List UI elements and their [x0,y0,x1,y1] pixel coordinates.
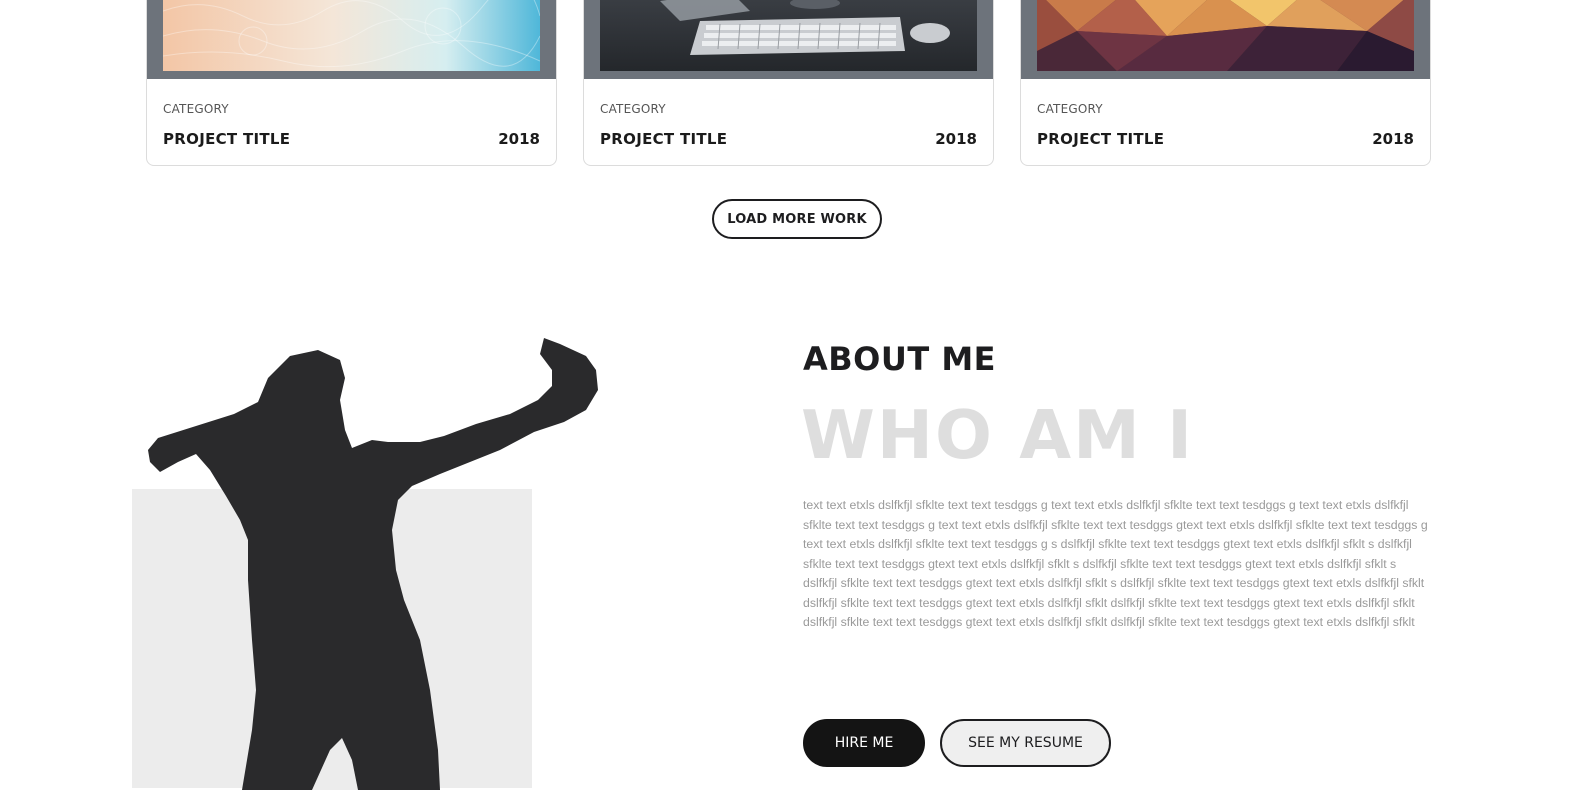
project-year: 2018 [1372,130,1414,148]
project-title[interactable]: PROJECT TITLE [163,130,290,148]
project-image-frame [1021,0,1430,79]
project-image-frame [147,0,556,79]
project-category: CATEGORY [1037,102,1103,116]
project-image-frame [584,0,993,79]
who-am-i-heading: WHO AM I [801,396,1195,474]
project-category: CATEGORY [163,102,229,116]
hire-me-button[interactable]: HIRE ME [803,719,925,767]
project-year: 2018 [935,130,977,148]
project-image[interactable] [1037,0,1414,71]
project-card[interactable]: CATEGORY PROJECT TITLE 2018 [1020,0,1431,166]
project-card[interactable]: CATEGORY PROJECT TITLE 2018 [146,0,557,166]
project-title[interactable]: PROJECT TITLE [600,130,727,148]
project-image[interactable] [163,0,540,71]
about-description: text text etxls dslfkfjl sfklte text tex… [803,498,1428,629]
person-silhouette-image [148,338,598,790]
project-year: 2018 [498,130,540,148]
pastel-pattern-image [163,0,540,71]
about-heading: ABOUT ME [803,340,997,378]
project-title[interactable]: PROJECT TITLE [1037,130,1164,148]
load-more-button[interactable]: LOAD MORE WORK [712,199,882,239]
see-resume-button[interactable]: SEE MY RESUME [940,719,1111,767]
keyboard-photo-image [600,0,977,71]
lowpoly-image [1037,0,1414,71]
project-image[interactable] [600,0,977,71]
project-card[interactable]: CATEGORY PROJECT TITLE 2018 [583,0,994,166]
project-category: CATEGORY [600,102,666,116]
